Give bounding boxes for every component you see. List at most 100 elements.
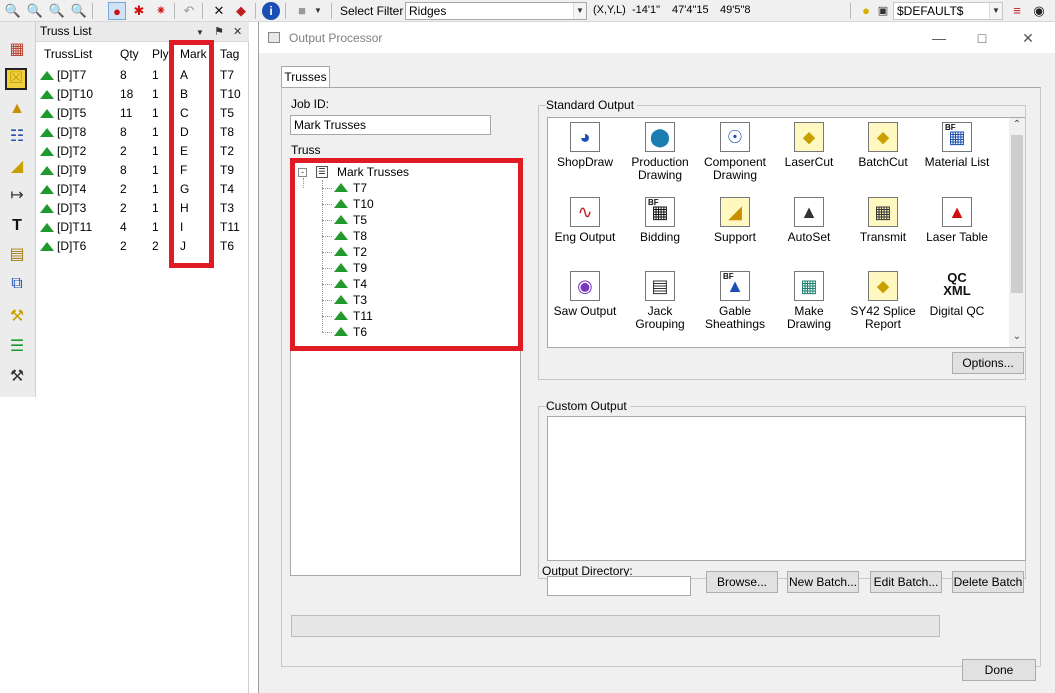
table-row[interactable]: [D]T7 8 1 A T7 — [36, 66, 249, 85]
table-row[interactable]: [D]T11 4 1 I T11 — [36, 218, 249, 237]
done-button[interactable]: Done — [962, 659, 1036, 681]
left-blank-area — [0, 397, 36, 693]
laser-table-icon: ▲ — [942, 197, 972, 227]
bearing-icon[interactable]: ☷ — [5, 125, 29, 149]
edit-batch-button[interactable]: Edit Batch... — [870, 571, 942, 593]
cell-name: [D]T5 — [40, 106, 86, 120]
select-filter-dropdown[interactable]: Ridges ▼ — [405, 2, 587, 20]
snap-star-icon[interactable]: ✱ — [130, 2, 148, 20]
table-row[interactable]: [D]T2 2 1 E T2 — [36, 142, 249, 161]
lightbulb-icon[interactable]: ● — [857, 2, 875, 20]
maximize-icon[interactable]: □ — [972, 28, 992, 48]
chevron-down-icon[interactable]: ▼ — [314, 6, 322, 15]
layers-stack-icon[interactable]: ≡ — [1008, 2, 1026, 20]
dimension-icon[interactable]: ↦ — [5, 184, 29, 208]
layer-dropdown[interactable]: $DEFAULT$ ▼ — [893, 2, 1003, 20]
table-row[interactable]: [D]T3 2 1 H T3 — [36, 199, 249, 218]
column-header-trusslist[interactable]: TrussList — [44, 47, 92, 61]
t-label-icon[interactable]: T — [5, 214, 29, 238]
output-item[interactable]: ▤ Jack Grouping — [623, 271, 697, 331]
cell-ply: 1 — [152, 68, 159, 82]
output-item[interactable]: ∿ Eng Output — [548, 197, 622, 244]
list-icon[interactable]: ☰ — [5, 335, 29, 359]
tools-icon[interactable]: ⚒ — [5, 365, 29, 389]
output-item[interactable]: ▲ AutoSet — [772, 197, 846, 244]
undo-icon[interactable]: ↶ — [180, 2, 198, 20]
output-item[interactable]: ⬤ Production Drawing — [623, 122, 697, 182]
output-item[interactable]: ◕ ShopDraw — [548, 122, 622, 169]
output-item[interactable]: ▦ BF Material List — [920, 122, 994, 169]
output-item-label: Production Drawing — [631, 155, 689, 182]
truss-list-title: Truss List — [40, 24, 92, 38]
tab-trusses[interactable]: Trusses — [281, 66, 330, 88]
zoom-out-icon[interactable]: 🔍 — [48, 2, 66, 20]
table-row[interactable]: [D]T8 8 1 D T8 — [36, 123, 249, 142]
ramp-icon[interactable]: ◢ — [5, 155, 29, 179]
column-header-tag[interactable]: Tag — [220, 47, 239, 61]
options-button[interactable]: Options... — [952, 352, 1024, 374]
browse-button[interactable]: Browse... — [706, 571, 778, 593]
cell-tag: T3 — [220, 201, 235, 215]
output-item[interactable]: ▲ Laser Table — [920, 197, 994, 244]
chevron-down-icon: ▼ — [573, 3, 586, 19]
output-item[interactable]: QC XML Digital QC — [920, 271, 994, 318]
output-item[interactable]: ⬥ SY42 Splice Report — [846, 271, 920, 331]
roof-plane-icon[interactable]: ☒ — [5, 68, 27, 90]
splice-report-icon: ⬥ — [868, 271, 898, 301]
table-row[interactable]: [D]T10 18 1 B T10 — [36, 85, 249, 104]
close-icon[interactable]: ✕ — [1018, 28, 1038, 48]
output-item[interactable]: ☉ Component Drawing — [698, 122, 772, 182]
minimize-icon[interactable]: — — [929, 28, 949, 48]
chevron-down-icon[interactable]: ⌄ — [1009, 331, 1025, 342]
zoom-in-icon[interactable]: 🔍 — [4, 2, 22, 20]
coord-y: 47'4"15 — [672, 4, 709, 16]
close-icon[interactable]: ✕ — [233, 25, 242, 38]
job-id-input[interactable]: Mark Trusses — [290, 115, 491, 135]
truss-icon — [40, 223, 54, 232]
eye-icon[interactable]: ◉ — [1030, 2, 1048, 20]
output-item[interactable]: ▦ Make Drawing — [772, 271, 846, 331]
copy-icon[interactable]: ⧉ — [5, 272, 29, 296]
pin-icon[interactable]: ⚑ — [214, 25, 224, 38]
delete-icon[interactable]: ✕ — [210, 2, 228, 20]
cell-tag: T8 — [220, 125, 235, 139]
output-item[interactable]: ◢ Support — [698, 197, 772, 244]
hammer-icon[interactable]: ⚒ — [5, 305, 29, 329]
output-item-label: SY42 Splice Report — [850, 304, 916, 331]
zoom-extents-icon[interactable]: 🔍 — [70, 2, 88, 20]
select-node-icon[interactable]: ● — [108, 2, 126, 20]
toolbar-separator — [92, 3, 93, 19]
output-item[interactable]: ⬥ LaserCut — [772, 122, 846, 169]
output-item-label: Digital QC — [929, 304, 985, 318]
output-item[interactable]: ⬥ BatchCut — [846, 122, 920, 169]
info-icon[interactable]: i — [262, 2, 280, 20]
scrollbar-thumb[interactable] — [1011, 135, 1023, 293]
column-header-qty[interactable]: Qty — [120, 47, 139, 61]
zoom-window-icon[interactable]: 🔍 — [26, 2, 44, 20]
output-item[interactable]: ◉ Saw Output — [548, 271, 622, 318]
lock-icon[interactable]: ▣ — [874, 2, 892, 20]
stack-icon[interactable]: ▤ — [5, 243, 29, 267]
delete-batch-button[interactable]: Delete Batch — [952, 571, 1024, 593]
output-directory-input[interactable] — [547, 576, 691, 596]
custom-output-list[interactable] — [547, 416, 1026, 561]
properties-icon[interactable]: ◆ — [232, 2, 250, 20]
output-item[interactable]: ▦ Transmit — [846, 197, 920, 244]
wall-icon[interactable]: ▦ — [5, 38, 29, 62]
output-item[interactable]: ▦ BF Bidding — [623, 197, 697, 244]
vertical-scrollbar[interactable]: ⌃ ⌄ — [1009, 118, 1025, 347]
table-row[interactable]: [D]T5 11 1 C T5 — [36, 104, 249, 123]
chevron-down-icon[interactable]: ▼ — [196, 28, 204, 37]
table-row[interactable]: [D]T6 2 2 J T6 — [36, 237, 249, 256]
chevron-up-icon[interactable]: ⌃ — [1009, 119, 1025, 130]
new-batch-button[interactable]: New Batch... — [787, 571, 859, 593]
chevron-down-icon: ▼ — [989, 3, 1002, 19]
layer-icon[interactable]: ■ — [293, 2, 311, 20]
snap-point-icon[interactable]: ⁕ — [152, 2, 170, 20]
output-item[interactable]: ▲ BF Gable Sheathings — [698, 271, 772, 331]
truss-icon[interactable]: ▲ — [5, 97, 29, 121]
cell-tag: T10 — [220, 87, 241, 101]
column-header-ply[interactable]: Ply — [152, 47, 169, 61]
table-row[interactable]: [D]T4 2 1 G T4 — [36, 180, 249, 199]
table-row[interactable]: [D]T9 8 1 F T9 — [36, 161, 249, 180]
